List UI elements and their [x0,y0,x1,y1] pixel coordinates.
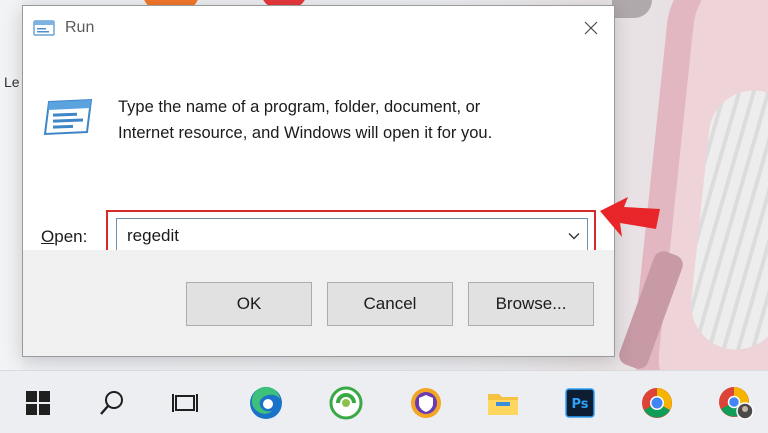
dialog-description: Type the name of a program, folder, docu… [118,94,588,146]
open-label-accelerator: O [41,227,55,246]
chevron-down-icon[interactable] [567,229,581,243]
run-program-icon [43,98,93,136]
browse-button[interactable]: Browse... [468,282,594,326]
windows-start-icon [26,391,50,415]
open-input[interactable] [117,219,567,253]
open-combobox[interactable] [116,218,588,254]
search-button[interactable] [92,383,132,423]
run-icon [33,20,55,36]
coccoc-button[interactable] [326,383,366,423]
photoshop-button[interactable]: Ps [560,383,600,423]
search-icon [100,391,123,415]
desktop-partial-label: Le [4,74,20,90]
chrome-profile-icon [719,387,754,420]
edge-icon [250,386,282,419]
vpn-button[interactable] [406,383,446,423]
run-dialog: Run Type the name of a program, folder, … [22,5,615,357]
vpn-shield-icon [411,388,441,418]
background-dark-shape [612,0,652,18]
cancel-button[interactable]: Cancel [327,282,453,326]
taskbar: Ps [0,370,768,433]
dialog-title: Run [65,19,95,36]
red-arrow-icon [600,197,660,237]
dialog-body: Type the name of a program, folder, docu… [23,50,614,262]
task-view-icon [172,394,198,412]
close-button[interactable] [568,6,614,50]
ok-button[interactable]: OK [186,282,312,326]
edge-button[interactable] [246,383,286,423]
start-button[interactable] [18,383,58,423]
description-line-2: Internet resource, and Windows will open… [118,124,493,142]
close-icon [584,21,598,35]
chrome-button[interactable] [637,383,677,423]
description-line-1: Type the name of a program, folder, docu… [118,98,481,116]
file-explorer-icon [488,394,518,415]
photoshop-icon: Ps [565,388,595,418]
photoshop-label: Ps [571,397,588,412]
dialog-footer: OK Cancel Browse... [23,250,614,356]
open-label: Open: [41,227,87,247]
open-label-text: pen: [54,227,88,246]
coccoc-icon [329,386,363,420]
task-view-button[interactable] [165,383,205,423]
chrome-profile-button[interactable] [716,383,756,423]
file-explorer-button[interactable] [483,383,523,423]
desktop-left-strip [0,0,22,370]
title-bar[interactable]: Run [23,6,614,50]
chrome-icon [642,388,672,418]
